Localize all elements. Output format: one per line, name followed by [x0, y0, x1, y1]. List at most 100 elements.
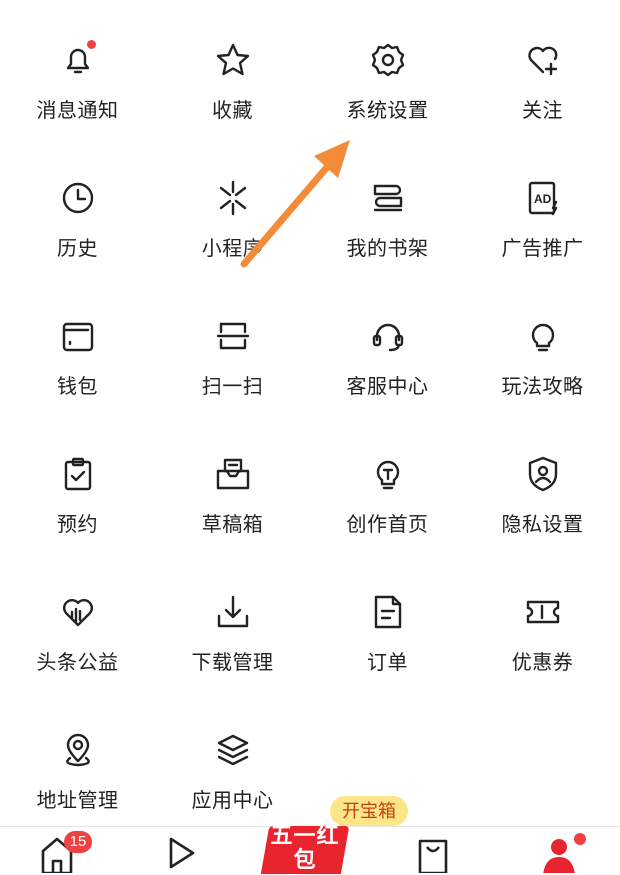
tab-home[interactable]: 15: [32, 831, 92, 875]
layers-icon: [217, 734, 248, 766]
icon-wrap: [56, 314, 100, 358]
icon-wrap: [211, 728, 255, 772]
grid-item-label: 优惠券: [511, 652, 574, 674]
icon-wrap: [56, 590, 100, 634]
icon-wrap: [366, 38, 410, 82]
grid-item-label: 我的书架: [346, 238, 429, 260]
coupon-icon: [526, 600, 559, 624]
grid-item-label: 预约: [57, 514, 98, 536]
grid-item-download[interactable]: 下载管理: [155, 574, 310, 712]
grid-item-label: 玩法攻略: [501, 376, 584, 398]
grid-item-label: 客服中心: [346, 376, 429, 398]
grid-item-label: 小程序: [201, 238, 264, 260]
grid-item-gear[interactable]: 系统设置: [310, 22, 465, 160]
grid-item-label: 扫一扫: [201, 376, 264, 398]
grid-item-bookshelf[interactable]: 我的书架: [310, 160, 465, 298]
grid-item-shield-user[interactable]: 隐私设置: [465, 436, 620, 574]
heart-plus-icon: [527, 46, 557, 76]
icon-wrap: [56, 728, 100, 772]
user-icon: [543, 839, 575, 873]
grid-item-heart-plus[interactable]: 关注: [465, 22, 620, 160]
svg-text:AD: AD: [534, 192, 552, 206]
creator-bulb-icon: [376, 460, 399, 490]
gear-icon: [371, 43, 404, 77]
icon-wrap: AD: [521, 176, 565, 220]
grid-item-label: 下载管理: [191, 652, 274, 674]
clock-icon: [62, 182, 93, 214]
scan-icon: [216, 322, 249, 350]
grid-item-wallet[interactable]: 钱包: [0, 298, 155, 436]
icon-wrap: [521, 452, 565, 496]
draft-box-icon: [216, 458, 249, 490]
grid-item-bell[interactable]: 消息通知: [0, 22, 155, 160]
icon-wrap: [521, 314, 565, 358]
order-doc-icon: [374, 595, 401, 629]
grid-item-lightbulb[interactable]: 玩法攻略: [465, 298, 620, 436]
ad-icon: AD: [528, 181, 557, 216]
grid-item-label: 历史: [57, 238, 98, 260]
wallet-icon: [62, 322, 93, 352]
grid-item-clipboard-check[interactable]: 预约: [0, 436, 155, 574]
icon-wrap: [211, 38, 255, 82]
grid-item-star[interactable]: 收藏: [155, 22, 310, 160]
me-notification-dot: [574, 833, 586, 845]
grid-item-label: 订单: [367, 652, 408, 674]
play-icon: [169, 837, 195, 869]
grid-item-draft-box[interactable]: 草稿箱: [155, 436, 310, 574]
grid-item-scan[interactable]: 扫一扫: [155, 298, 310, 436]
icon-wrap: [211, 314, 255, 358]
grid-item-coupon[interactable]: 优惠券: [465, 574, 620, 712]
grid-item-ad[interactable]: AD 广告推广: [465, 160, 620, 298]
icon-wrap: [366, 590, 410, 634]
download-icon: [217, 595, 248, 628]
bookshelf-icon: [373, 184, 402, 212]
mini-program-icon: [219, 180, 246, 216]
icon-wrap: [56, 452, 100, 496]
location-pin-icon: [65, 733, 90, 767]
grid-item-label: 应用中心: [191, 790, 274, 812]
grid-item-label: 系统设置: [346, 100, 429, 122]
lightbulb-icon: [531, 323, 554, 352]
icon-wrap: [366, 452, 410, 496]
service-grid: 消息通知 收藏 系统设置 关注历史 小程序 我的书架 AD 广告推广钱包 扫一扫 客服中心 玩法攻略…: [0, 22, 620, 850]
icon-wrap: [56, 176, 100, 220]
tab-me[interactable]: [534, 833, 586, 875]
grid-item-label: 草稿箱: [201, 514, 264, 536]
icon-wrap: [521, 38, 565, 82]
promo-text: 五一红包: [270, 823, 340, 872]
clipboard-check-icon: [64, 457, 91, 491]
icon-wrap: [211, 176, 255, 220]
grid-item-label: 钱包: [57, 376, 98, 398]
icon-wrap: [211, 590, 255, 634]
grid-item-clock[interactable]: 历史: [0, 160, 155, 298]
grid-item-charity-heart[interactable]: 头条公益: [0, 574, 155, 712]
promo-banner[interactable]: 五一红包: [260, 822, 350, 874]
grid-item-label: 头条公益: [36, 652, 119, 674]
shield-user-icon: [528, 456, 557, 492]
icon-wrap: [211, 452, 255, 496]
tab-mall[interactable]: [408, 833, 458, 875]
charity-heart-icon: [62, 599, 93, 627]
grid-item-label: 收藏: [212, 100, 253, 122]
treasure-chest-button[interactable]: 开宝箱: [330, 796, 408, 826]
icon-wrap: [366, 176, 410, 220]
icon-wrap: [56, 38, 100, 82]
shopping-bag-icon: [418, 839, 448, 873]
star-icon: [216, 43, 249, 76]
icon-wrap: [366, 314, 410, 358]
grid-item-mini-program[interactable]: 小程序: [155, 160, 310, 298]
grid-item-label: 广告推广: [501, 238, 584, 260]
notification-dot: [86, 40, 96, 49]
grid-item-headset[interactable]: 客服中心: [310, 298, 465, 436]
grid-item-creator-bulb[interactable]: 创作首页: [310, 436, 465, 574]
grid-item-label: 消息通知: [36, 100, 119, 122]
home-badge: 15: [64, 831, 92, 853]
tab-video[interactable]: [156, 833, 206, 875]
grid-item-label: 地址管理: [36, 790, 119, 812]
grid-item-label: 创作首页: [346, 514, 429, 536]
grid-item-order-doc[interactable]: 订单: [310, 574, 465, 712]
grid-item-label: 隐私设置: [501, 514, 584, 536]
icon-wrap: [521, 590, 565, 634]
grid-item-label: 关注: [522, 100, 563, 122]
headset-icon: [372, 323, 403, 352]
